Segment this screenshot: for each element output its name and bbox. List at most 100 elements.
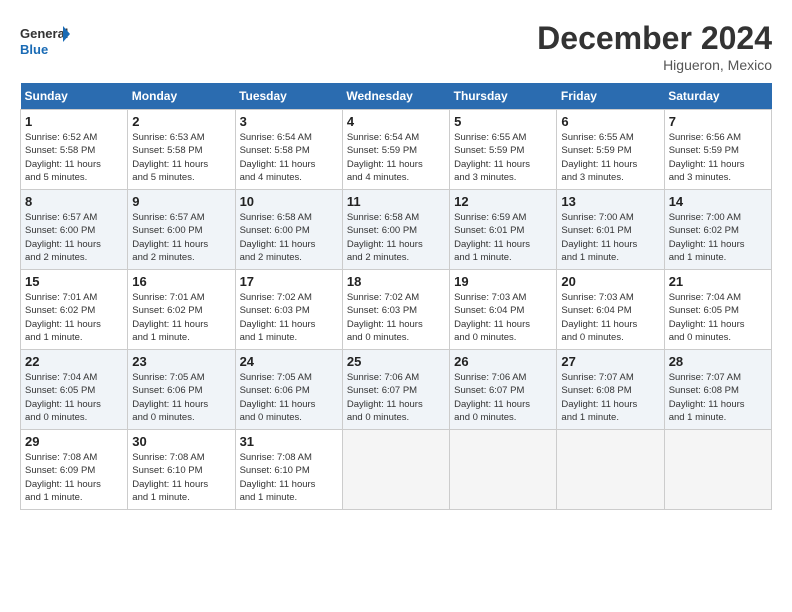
day-number: 6 (561, 114, 659, 129)
day-info: Sunrise: 7:08 AMSunset: 6:10 PMDaylight:… (132, 451, 230, 504)
day-number: 27 (561, 354, 659, 369)
day-info: Sunrise: 7:07 AMSunset: 6:08 PMDaylight:… (561, 371, 659, 424)
empty-cell (450, 430, 557, 510)
day-number: 8 (25, 194, 123, 209)
day-number: 15 (25, 274, 123, 289)
month-title: December 2024 (537, 20, 772, 57)
day-cell-20: 20 Sunrise: 7:03 AMSunset: 6:04 PMDayligh… (557, 270, 664, 350)
header-cell-monday: Monday (128, 83, 235, 110)
day-number: 16 (132, 274, 230, 289)
day-number: 20 (561, 274, 659, 289)
day-number: 31 (240, 434, 338, 449)
day-number: 30 (132, 434, 230, 449)
day-cell-14: 14Sunrise: 7:00 AMSunset: 6:02 PMDayligh… (664, 190, 771, 270)
day-number: 23 (132, 354, 230, 369)
header-cell-friday: Friday (557, 83, 664, 110)
day-info: Sunrise: 7:08 AMSunset: 6:10 PMDaylight:… (240, 451, 338, 504)
day-info: Sunrise: 7:06 AMSunset: 6:07 PMDaylight:… (347, 371, 445, 424)
day-info: Sunrise: 6:57 AMSunset: 6:00 PMDaylight:… (25, 211, 123, 264)
day-cell-30: 30 Sunrise: 7:08 AMSunset: 6:10 PMDayligh… (128, 430, 235, 510)
empty-cell (342, 430, 449, 510)
header-cell-saturday: Saturday (664, 83, 771, 110)
day-info: Sunrise: 7:07 AMSunset: 6:08 PMDaylight:… (669, 371, 767, 424)
day-number: 18 (347, 274, 445, 289)
day-cell-2: 2 Sunrise: 6:53 AMSunset: 5:58 PMDaylight… (128, 110, 235, 190)
day-number: 5 (454, 114, 552, 129)
day-info: Sunrise: 6:55 AMSunset: 5:59 PMDaylight:… (454, 131, 552, 184)
header-cell-wednesday: Wednesday (342, 83, 449, 110)
day-info: Sunrise: 7:02 AMSunset: 6:03 PMDaylight:… (347, 291, 445, 344)
day-cell-16: 16Sunrise: 7:01 AMSunset: 6:02 PMDayligh… (128, 270, 235, 350)
day-info: Sunrise: 6:54 AMSunset: 5:58 PMDaylight:… (240, 131, 338, 184)
day-info: Sunrise: 6:58 AMSunset: 6:00 PMDaylight:… (240, 211, 338, 264)
day-cell-4: 4Sunrise: 6:54 AMSunset: 5:59 PMDaylight… (342, 110, 449, 190)
day-number: 21 (669, 274, 767, 289)
day-number: 25 (347, 354, 445, 369)
calendar-table: SundayMondayTuesdayWednesdayThursdayFrid… (20, 83, 772, 510)
day-cell-19: 19 Sunrise: 7:03 AMSunset: 6:04 PMDayligh… (450, 270, 557, 350)
day-info: Sunrise: 7:02 AMSunset: 6:03 PMDaylight:… (240, 291, 338, 344)
week-row-2: 8 Sunrise: 6:57 AMSunset: 6:00 PMDaylight… (21, 190, 772, 270)
day-info: Sunrise: 7:03 AMSunset: 6:04 PMDaylight:… (561, 291, 659, 344)
day-cell-9: 9 Sunrise: 6:57 AMSunset: 6:00 PMDaylight… (128, 190, 235, 270)
day-info: Sunrise: 7:01 AMSunset: 6:02 PMDaylight:… (25, 291, 123, 344)
day-number: 24 (240, 354, 338, 369)
location-subtitle: Higueron, Mexico (537, 57, 772, 73)
page-header: General Blue December 2024 Higueron, Mex… (20, 20, 772, 73)
week-row-4: 22 Sunrise: 7:04 AMSunset: 6:05 PMDayligh… (21, 350, 772, 430)
day-info: Sunrise: 7:03 AMSunset: 6:04 PMDaylight:… (454, 291, 552, 344)
day-number: 19 (454, 274, 552, 289)
day-info: Sunrise: 6:57 AMSunset: 6:00 PMDaylight:… (132, 211, 230, 264)
day-number: 9 (132, 194, 230, 209)
header-cell-sunday: Sunday (21, 83, 128, 110)
day-cell-21: 21Sunrise: 7:04 AMSunset: 6:05 PMDayligh… (664, 270, 771, 350)
logo-svg: General Blue (20, 20, 70, 62)
day-cell-1: 1Sunrise: 6:52 AMSunset: 5:58 PMDaylight… (21, 110, 128, 190)
header-cell-tuesday: Tuesday (235, 83, 342, 110)
day-info: Sunrise: 7:04 AMSunset: 6:05 PMDaylight:… (25, 371, 123, 424)
day-number: 7 (669, 114, 767, 129)
day-cell-31: 31 Sunrise: 7:08 AMSunset: 6:10 PMDayligh… (235, 430, 342, 510)
day-info: Sunrise: 7:05 AMSunset: 6:06 PMDaylight:… (132, 371, 230, 424)
empty-cell (557, 430, 664, 510)
day-cell-24: 24Sunrise: 7:05 AMSunset: 6:06 PMDayligh… (235, 350, 342, 430)
day-info: Sunrise: 6:53 AMSunset: 5:58 PMDaylight:… (132, 131, 230, 184)
day-cell-13: 13 Sunrise: 7:00 AMSunset: 6:01 PMDayligh… (557, 190, 664, 270)
header-cell-thursday: Thursday (450, 83, 557, 110)
day-cell-22: 22 Sunrise: 7:04 AMSunset: 6:05 PMDayligh… (21, 350, 128, 430)
day-number: 10 (240, 194, 338, 209)
week-row-3: 15 Sunrise: 7:01 AMSunset: 6:02 PMDayligh… (21, 270, 772, 350)
day-number: 1 (25, 114, 123, 129)
day-cell-29: 29Sunrise: 7:08 AMSunset: 6:09 PMDayligh… (21, 430, 128, 510)
header-row: SundayMondayTuesdayWednesdayThursdayFrid… (21, 83, 772, 110)
svg-text:Blue: Blue (20, 42, 48, 57)
day-cell-5: 5 Sunrise: 6:55 AMSunset: 5:59 PMDaylight… (450, 110, 557, 190)
day-info: Sunrise: 6:58 AMSunset: 6:00 PMDaylight:… (347, 211, 445, 264)
empty-cell (664, 430, 771, 510)
day-cell-6: 6 Sunrise: 6:55 AMSunset: 5:59 PMDaylight… (557, 110, 664, 190)
day-info: Sunrise: 6:55 AMSunset: 5:59 PMDaylight:… (561, 131, 659, 184)
day-cell-18: 18 Sunrise: 7:02 AMSunset: 6:03 PMDayligh… (342, 270, 449, 350)
day-cell-12: 12Sunrise: 6:59 AMSunset: 6:01 PMDayligh… (450, 190, 557, 270)
day-info: Sunrise: 6:56 AMSunset: 5:59 PMDaylight:… (669, 131, 767, 184)
day-cell-26: 26 Sunrise: 7:06 AMSunset: 6:07 PMDayligh… (450, 350, 557, 430)
week-row-1: 1Sunrise: 6:52 AMSunset: 5:58 PMDaylight… (21, 110, 772, 190)
day-number: 22 (25, 354, 123, 369)
day-number: 2 (132, 114, 230, 129)
day-info: Sunrise: 7:00 AMSunset: 6:02 PMDaylight:… (669, 211, 767, 264)
day-number: 26 (454, 354, 552, 369)
day-number: 3 (240, 114, 338, 129)
day-info: Sunrise: 7:00 AMSunset: 6:01 PMDaylight:… (561, 211, 659, 264)
day-info: Sunrise: 6:59 AMSunset: 6:01 PMDaylight:… (454, 211, 552, 264)
day-cell-28: 28Sunrise: 7:07 AMSunset: 6:08 PMDayligh… (664, 350, 771, 430)
day-info: Sunrise: 7:08 AMSunset: 6:09 PMDaylight:… (25, 451, 123, 504)
day-cell-27: 27 Sunrise: 7:07 AMSunset: 6:08 PMDayligh… (557, 350, 664, 430)
day-cell-11: 11Sunrise: 6:58 AMSunset: 6:00 PMDayligh… (342, 190, 449, 270)
day-info: Sunrise: 7:06 AMSunset: 6:07 PMDaylight:… (454, 371, 552, 424)
day-number: 4 (347, 114, 445, 129)
day-cell-8: 8 Sunrise: 6:57 AMSunset: 6:00 PMDaylight… (21, 190, 128, 270)
day-number: 13 (561, 194, 659, 209)
day-cell-10: 10 Sunrise: 6:58 AMSunset: 6:00 PMDayligh… (235, 190, 342, 270)
logo: General Blue (20, 20, 70, 62)
day-cell-7: 7 Sunrise: 6:56 AMSunset: 5:59 PMDaylight… (664, 110, 771, 190)
